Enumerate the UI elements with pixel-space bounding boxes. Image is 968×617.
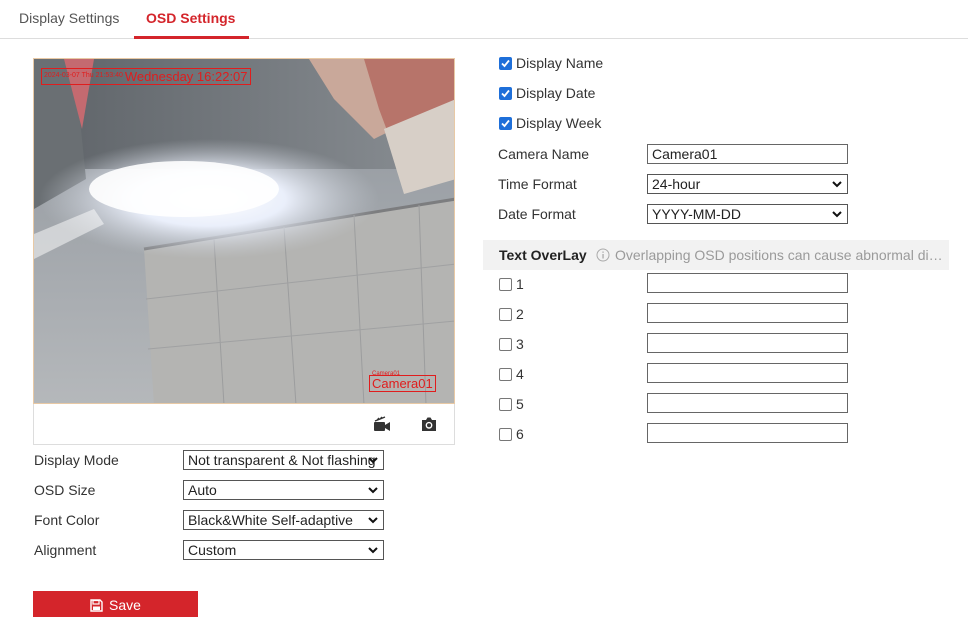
time-format-label: Time Format <box>498 176 577 192</box>
overlay-3-label: 3 <box>516 336 524 352</box>
display-date-checkbox[interactable] <box>499 87 512 100</box>
text-overlay-title: Text OverLay <box>499 247 587 263</box>
date-format-label: Date Format <box>498 206 576 222</box>
chevron-down-icon <box>368 487 378 494</box>
overlay-row-4[interactable]: 4 <box>499 366 524 382</box>
chevron-down-icon <box>368 547 378 554</box>
overlay-row-3[interactable]: 3 <box>499 336 524 352</box>
display-date-label: Display Date <box>516 85 596 101</box>
date-format-select[interactable]: YYYY-MM-DD <box>647 204 848 224</box>
display-name-checkbox[interactable] <box>499 57 512 70</box>
snapshot-icon[interactable] <box>420 416 438 432</box>
display-name-checkbox-row[interactable]: Display Name <box>499 55 603 71</box>
save-button[interactable]: Save <box>33 591 198 617</box>
overlay-5-input[interactable] <box>647 393 848 413</box>
alignment-select[interactable]: Custom <box>183 540 384 560</box>
display-week-checkbox-row[interactable]: Display Week <box>499 115 601 131</box>
overlay-1-label: 1 <box>516 276 524 292</box>
overlay-1-checkbox[interactable] <box>499 278 512 291</box>
chevron-down-icon <box>832 181 842 188</box>
chevron-down-icon <box>368 457 378 464</box>
overlay-3-checkbox[interactable] <box>499 338 512 351</box>
alignment-value: Custom <box>188 542 237 558</box>
text-overlay-header: Text OverLay Overlapping OSD positions c… <box>483 240 949 270</box>
overlay-2-checkbox[interactable] <box>499 308 512 321</box>
chevron-down-icon <box>832 211 842 218</box>
overlay-row-6[interactable]: 6 <box>499 426 524 442</box>
display-mode-value: Not transparent & Not flashing <box>188 452 376 468</box>
chevron-down-icon <box>368 517 378 524</box>
overlay-4-checkbox[interactable] <box>499 368 512 381</box>
overlay-3-input[interactable] <box>647 333 848 353</box>
time-format-value: 24-hour <box>652 176 701 192</box>
overlay-6-input[interactable] <box>647 423 848 443</box>
overlay-row-1[interactable]: 1 <box>499 276 524 292</box>
osd-date-overlay[interactable]: 2024-03-07 Thu 21:53:40 Wednesday 16:22:0… <box>41 68 251 85</box>
overlay-row-5[interactable]: 5 <box>499 396 524 412</box>
osd-size-value: Auto <box>188 482 217 498</box>
time-format-select[interactable]: 24-hour <box>647 174 848 194</box>
osd-date-small: 2024-03-07 Thu 21:53:40 <box>44 72 123 79</box>
display-week-checkbox[interactable] <box>499 117 512 130</box>
info-icon <box>596 248 610 262</box>
overlay-4-label: 4 <box>516 366 524 382</box>
overlay-6-label: 6 <box>516 426 524 442</box>
display-mode-label: Display Mode <box>34 452 119 468</box>
overlay-2-label: 2 <box>516 306 524 322</box>
osd-date-text: Wednesday 16:22:07 <box>124 69 248 84</box>
alignment-label: Alignment <box>34 542 97 558</box>
overlay-5-label: 5 <box>516 396 524 412</box>
font-color-label: Font Color <box>34 512 100 528</box>
overlay-2-input[interactable] <box>647 303 848 323</box>
save-label: Save <box>109 597 141 613</box>
camera-name-input[interactable]: Camera01 <box>647 144 848 164</box>
save-icon <box>90 599 103 612</box>
osd-size-label: OSD Size <box>34 482 96 498</box>
display-date-checkbox-row[interactable]: Display Date <box>499 85 595 101</box>
camera-frame-image <box>34 59 454 403</box>
display-name-label: Display Name <box>516 55 604 71</box>
video-preview[interactable]: 2024-03-07 Thu 21:53:40 Wednesday 16:22:0… <box>33 58 455 404</box>
camera-name-label: Camera Name <box>498 146 590 162</box>
display-week-label: Display Week <box>516 115 602 131</box>
osd-name-text: Camera01 <box>372 376 433 391</box>
active-tab-indicator <box>134 36 249 39</box>
overlay-4-input[interactable] <box>647 363 848 383</box>
overlay-1-input[interactable] <box>647 273 848 293</box>
text-overlay-warning: Overlapping OSD positions can cause abno… <box>615 247 945 263</box>
overlay-row-2[interactable]: 2 <box>499 306 524 322</box>
record-icon[interactable] <box>373 416 391 432</box>
osd-name-small: Camera01 <box>372 371 401 377</box>
preview-toolbar <box>33 404 455 445</box>
font-color-select[interactable]: Black&White Self-adaptive <box>183 510 384 530</box>
save-button-content: Save <box>33 597 198 613</box>
overlay-6-checkbox[interactable] <box>499 428 512 441</box>
tab-bar: Display Settings OSD Settings <box>0 0 968 39</box>
tab-osd-settings[interactable]: OSD Settings <box>146 10 235 26</box>
osd-camera-name-overlay[interactable]: Camera01 Camera01 <box>369 371 436 392</box>
date-format-value: YYYY-MM-DD <box>652 206 741 222</box>
overlay-5-checkbox[interactable] <box>499 398 512 411</box>
tab-display-settings[interactable]: Display Settings <box>19 10 119 26</box>
display-mode-select[interactable]: Not transparent & Not flashing <box>183 450 384 470</box>
osd-size-select[interactable]: Auto <box>183 480 384 500</box>
font-color-value: Black&White Self-adaptive <box>188 512 353 528</box>
